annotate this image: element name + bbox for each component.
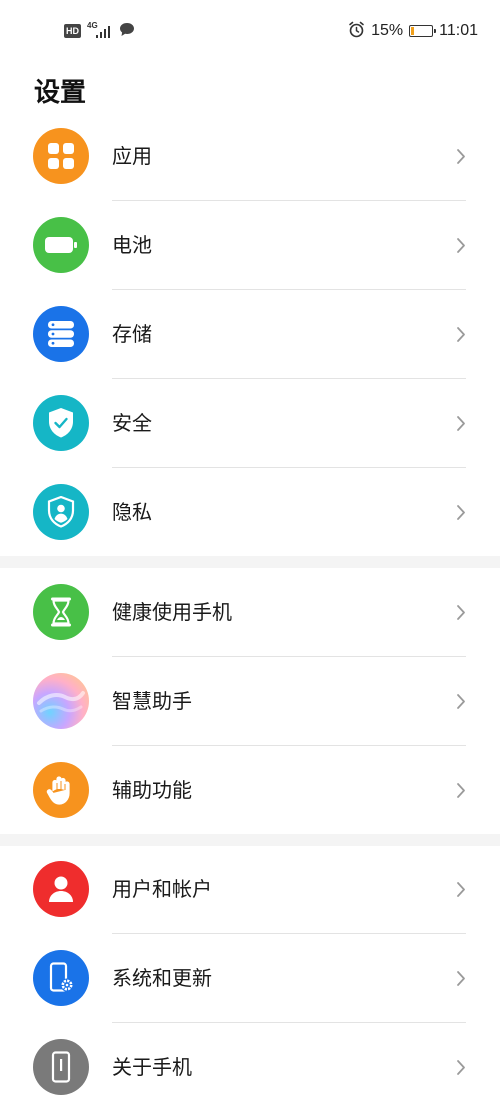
settings-item-label: 用户和帐户 — [112, 877, 212, 901]
settings-item-label: 健康使用手机 — [112, 600, 232, 624]
settings-item-apps[interactable]: 应用 — [0, 112, 500, 201]
chevron-right-icon — [457, 149, 465, 164]
assistant-orb-icon — [33, 673, 89, 729]
page-title: 设置 — [34, 78, 87, 108]
settings-item-battery[interactable]: 电池 — [0, 201, 500, 290]
settings-item-label: 应用 — [112, 144, 152, 168]
battery-percent: 15% — [371, 22, 404, 39]
chevron-right-icon — [457, 605, 465, 620]
chevron-right-icon — [457, 1060, 465, 1075]
storage-icon — [33, 306, 89, 362]
settings-item-label: 关于手机 — [112, 1055, 192, 1079]
chevron-right-icon — [457, 882, 465, 897]
user-icon — [33, 861, 89, 917]
chevron-right-icon — [457, 694, 465, 709]
settings-item-security[interactable]: 安全 — [0, 379, 500, 468]
settings-item-privacy[interactable]: 隐私 — [0, 468, 500, 557]
settings-item-about-phone[interactable]: 关于手机 — [0, 1023, 500, 1112]
settings-item-assistant[interactable]: 智慧助手 — [0, 657, 500, 746]
privacy-icon — [33, 484, 89, 540]
settings-item-label: 安全 — [112, 411, 152, 435]
settings-item-label: 电池 — [112, 233, 152, 257]
settings-item-digital-balance[interactable]: 健康使用手机 — [0, 568, 500, 657]
phone-info-icon — [33, 1039, 89, 1095]
signal-icon: 4G — [87, 21, 113, 40]
clock: 11:01 — [439, 22, 478, 39]
settings-item-accessibility[interactable]: 辅助功能 — [0, 746, 500, 835]
chevron-right-icon — [457, 327, 465, 342]
alarm-icon — [348, 21, 365, 42]
system-update-icon — [33, 950, 89, 1006]
hand-icon — [33, 762, 89, 818]
status-left: HD 4G — [64, 20, 135, 42]
settings-item-system-update[interactable]: 系统和更新 — [0, 934, 500, 1023]
status-right: 15% 11:01 — [348, 19, 478, 43]
settings-item-storage[interactable]: 存储 — [0, 290, 500, 379]
group-separator — [0, 556, 500, 568]
status-bar: HD 4G 15% 11:01 — [0, 0, 500, 60]
battery-icon — [33, 217, 89, 273]
hd-voice-icon: HD — [64, 24, 81, 38]
apps-icon — [33, 128, 89, 184]
settings-item-users-accounts[interactable]: 用户和帐户 — [0, 845, 500, 934]
message-icon — [119, 22, 135, 41]
security-shield-icon — [33, 395, 89, 451]
settings-item-label: 辅助功能 — [112, 778, 192, 802]
chevron-right-icon — [457, 238, 465, 253]
chevron-right-icon — [457, 505, 465, 520]
settings-item-label: 存储 — [112, 322, 152, 346]
chevron-right-icon — [457, 783, 465, 798]
chevron-right-icon — [457, 416, 465, 431]
battery-status-icon — [409, 25, 437, 37]
settings-item-label: 隐私 — [112, 500, 152, 524]
settings-item-label: 智慧助手 — [112, 689, 192, 713]
settings-item-label: 系统和更新 — [112, 966, 212, 990]
chevron-right-icon — [457, 971, 465, 986]
hourglass-icon — [33, 584, 89, 640]
